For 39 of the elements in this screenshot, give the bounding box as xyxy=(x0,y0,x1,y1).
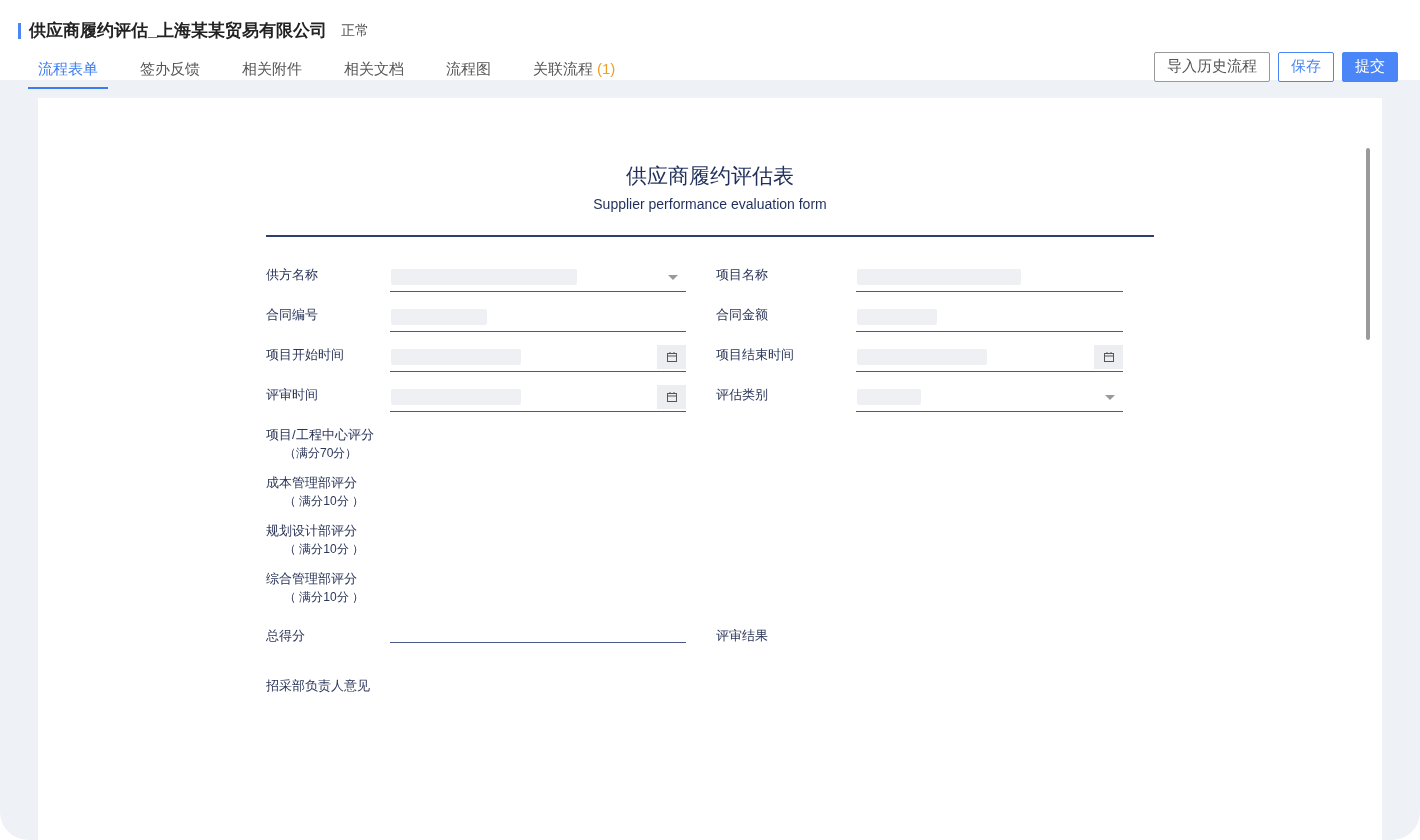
field-label: 供方名称 xyxy=(266,265,319,284)
score-label: 项目/工程中心评分 xyxy=(266,425,375,444)
tab[interactable]: 关联流程 (1) xyxy=(523,52,626,89)
field-label: 合同金额 xyxy=(716,305,769,324)
tab[interactable]: 流程图 xyxy=(436,52,501,89)
dropdown-caret-icon xyxy=(668,274,678,280)
tab[interactable]: 签办反馈 xyxy=(130,52,210,89)
status-label: 正常 xyxy=(341,21,370,41)
field-label: 评审时间 xyxy=(266,385,319,404)
date-field[interactable] xyxy=(390,383,686,412)
score-label: 成本管理部评分 xyxy=(266,473,358,492)
field-label: 评审结果 xyxy=(716,626,768,645)
score-note: （ 满分10分 ） xyxy=(283,540,365,558)
form-subtitle: Supplier performance evaluation form xyxy=(593,194,827,214)
field-label: 合同编号 xyxy=(266,305,319,324)
field-label: 评估类别 xyxy=(716,385,769,404)
dropdown-caret-icon xyxy=(1105,394,1115,400)
score-note: （满分70分） xyxy=(283,444,359,462)
action-button[interactable]: 保存 xyxy=(1278,51,1334,82)
field-label: 项目结束时间 xyxy=(716,345,795,364)
score-label: 规划设计部评分 xyxy=(266,521,358,540)
page-title: 供应商履约评估_上海某某贸易有限公司 xyxy=(29,20,328,42)
score-note: （ 满分10分 ） xyxy=(283,492,365,510)
date-field[interactable] xyxy=(390,343,686,372)
score-label: 综合管理部评分 xyxy=(266,569,358,588)
field-label: 项目名称 xyxy=(716,265,769,284)
form-title: 供应商履约评估表 xyxy=(626,163,794,189)
action-button[interactable]: 导入历史流程 xyxy=(1154,51,1270,82)
scrollbar[interactable] xyxy=(1366,148,1370,340)
field-label: 项目开始时间 xyxy=(266,345,345,364)
calendar-icon[interactable] xyxy=(657,385,686,409)
score-note: （ 满分10分 ） xyxy=(283,588,365,606)
calendar-icon[interactable] xyxy=(1094,345,1123,369)
date-field[interactable] xyxy=(856,343,1123,372)
field-label: 招采部负责人意见 xyxy=(266,677,370,693)
tab[interactable]: 相关附件 xyxy=(232,52,312,89)
calendar-icon[interactable] xyxy=(657,345,686,369)
tab[interactable]: 相关文档 xyxy=(334,52,414,89)
field-label: 总得分 xyxy=(266,626,306,645)
